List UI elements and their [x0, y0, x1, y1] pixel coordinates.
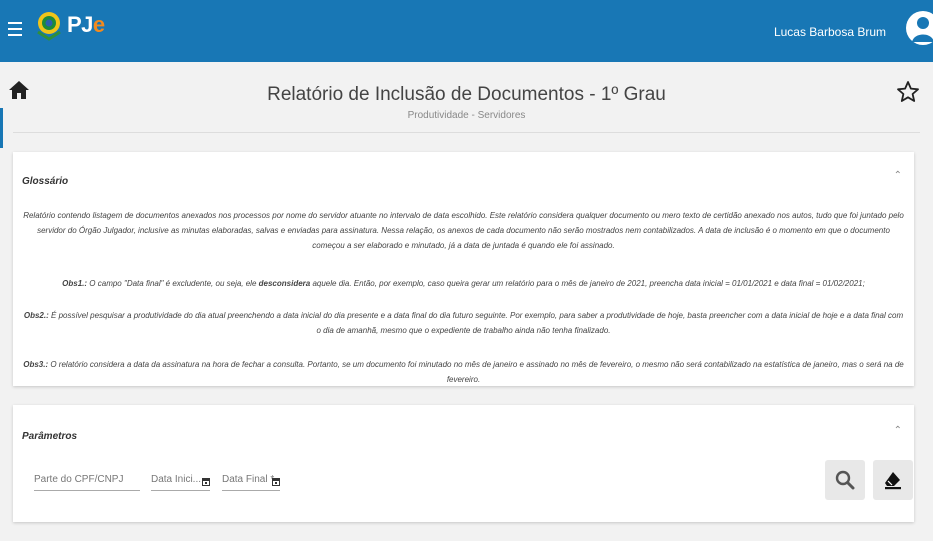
parametros-card: Parâmetros ⌃ — [13, 405, 914, 522]
data-inicial-field[interactable]: Data Inici... — [151, 472, 210, 491]
pje-logo[interactable]: PJe — [67, 12, 105, 38]
page-title: Relatório de Inclusão de Documentos - 1º… — [267, 84, 666, 105]
user-name[interactable]: Lucas Barbosa Brum — [774, 25, 886, 39]
clear-button[interactable] — [873, 460, 913, 500]
glossario-card: Glossário ⌃ Relatório contendo listagem … — [13, 152, 914, 386]
star-icon[interactable] — [896, 80, 920, 104]
data-final-label: Data Final * — [222, 474, 275, 485]
glossario-obs2: Obs2.: É possível pesquisar a produtivid… — [23, 311, 904, 335]
calendar-icon[interactable] — [202, 477, 210, 486]
cpf-cnpj-placeholder: Parte do CPF/CNPJ — [34, 474, 124, 485]
cpf-cnpj-field[interactable]: Parte do CPF/CNPJ — [34, 472, 140, 491]
calendar-icon[interactable] — [272, 477, 280, 486]
user-avatar-icon[interactable] — [903, 6, 933, 50]
chevron-up-icon[interactable]: ⌃ — [894, 425, 902, 436]
search-icon — [835, 470, 855, 490]
data-final-field[interactable]: Data Final * — [222, 472, 280, 491]
page-subtitle: Produtividade - Servidores — [407, 110, 526, 121]
divider — [13, 132, 920, 133]
data-inicial-label: Data Inici... — [151, 474, 202, 485]
glossario-obs1: Obs1.: O campo "Data final" é excludente… — [62, 279, 865, 288]
glossario-title: Glossário — [22, 176, 69, 187]
glossario-intro: Relatório contendo listagem de documento… — [23, 211, 904, 250]
brasao-icon — [37, 12, 61, 41]
parametros-title: Parâmetros — [22, 431, 78, 442]
chevron-up-icon[interactable]: ⌃ — [894, 170, 902, 181]
search-button[interactable] — [825, 460, 865, 500]
menu-icon[interactable] — [8, 22, 22, 36]
glossario-obs3: Obs3.: O relatório considera a data da a… — [23, 360, 904, 384]
top-bar: PJe Lucas Barbosa Brum — [0, 0, 933, 62]
eraser-icon — [885, 472, 901, 490]
